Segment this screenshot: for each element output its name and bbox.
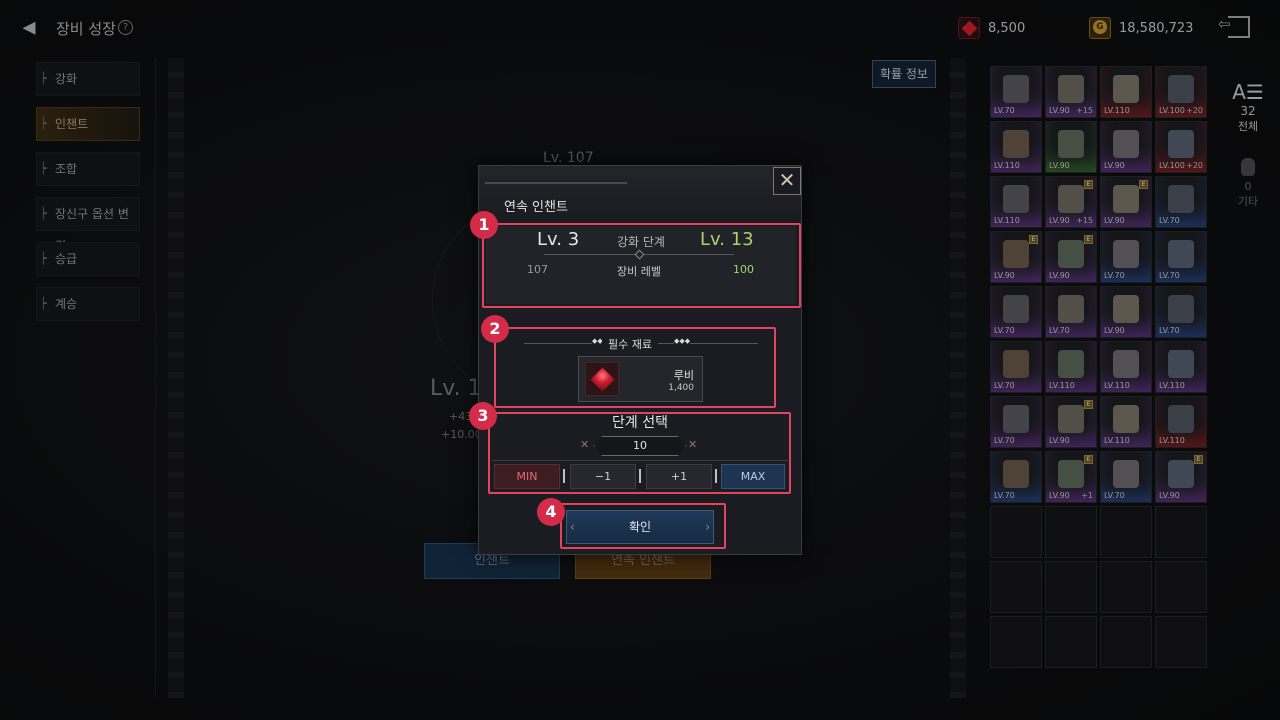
highlight-box-1 xyxy=(482,223,801,308)
annotation-badge-2: 2 xyxy=(481,315,509,343)
modal-title: 연속 인챈트 xyxy=(504,200,568,215)
modal-header: 연속 인챈트 ✕ xyxy=(479,166,801,216)
annotation-badge-4: 4 xyxy=(537,498,565,526)
highlight-box-3 xyxy=(488,412,791,494)
close-icon[interactable]: ✕ xyxy=(773,167,801,195)
header-ornament xyxy=(485,182,627,184)
highlight-box-2 xyxy=(494,327,776,408)
highlight-box-4 xyxy=(560,503,726,549)
annotation-badge-1: 1 xyxy=(470,211,498,239)
annotation-badge-3: 3 xyxy=(469,402,497,430)
